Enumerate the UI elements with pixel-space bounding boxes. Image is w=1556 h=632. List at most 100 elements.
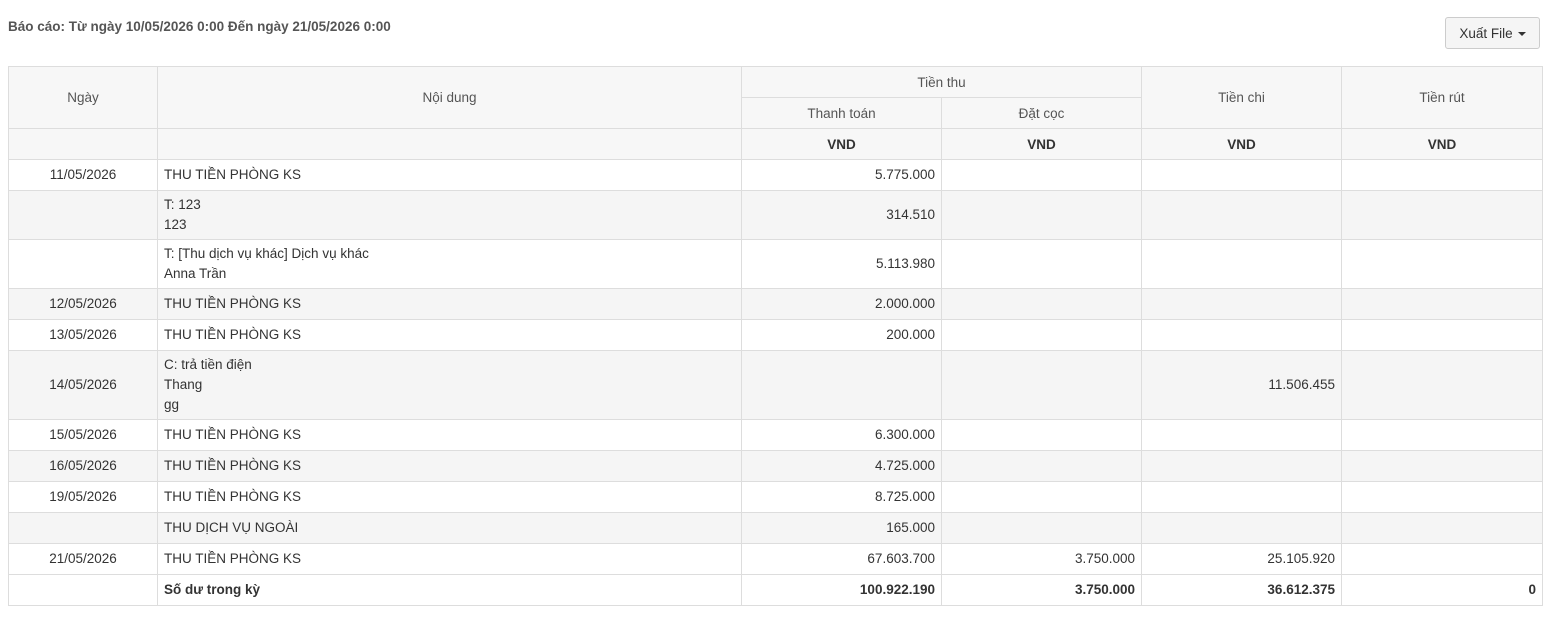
- unit-date-empty: [8, 128, 158, 160]
- unit-payment: VND: [741, 128, 942, 160]
- cell-date: 16/05/2026: [8, 450, 158, 482]
- cell-deposit: [941, 190, 1142, 240]
- cell-date: 19/05/2026: [8, 481, 158, 513]
- cell-content-line: THU DỊCH VỤ NGOÀI: [164, 520, 299, 535]
- table-row: T: [Thu dịch vụ khác] Dịch vụ khác Anna T…: [8, 239, 1543, 289]
- table-row: 16/05/2026 THU TIỀN PHÒNG KS 4.725.000: [8, 450, 1543, 482]
- unit-deposit: VND: [941, 128, 1142, 160]
- cell-date: 21/05/2026: [8, 543, 158, 575]
- header-income: Tiền thu: [741, 66, 1142, 98]
- total-payment: 100.922.190: [741, 574, 942, 606]
- cell-content: THU TIỀN PHÒNG KS: [157, 159, 742, 191]
- cell-deposit: 3.750.000: [941, 543, 1142, 575]
- table-header: Ngày Nội dung Tiền thu Tiền chi Tiền rút…: [8, 66, 1543, 160]
- cell-withdraw: [1341, 419, 1543, 451]
- cell-expense: [1141, 190, 1342, 240]
- table-row: 15/05/2026 THU TIỀN PHÒNG KS 6.300.000: [8, 419, 1543, 451]
- cell-payment: 2.000.000: [741, 288, 942, 320]
- cell-date: [8, 190, 158, 240]
- cell-content-line: THU TIỀN PHÒNG KS: [164, 551, 302, 566]
- table-row: 11/05/2026 THU TIỀN PHÒNG KS 5.775.000: [8, 159, 1543, 191]
- cell-content-line: C: trả tiền điện: [164, 357, 252, 372]
- total-row: Số dư trong kỳ 100.922.190 3.750.000 36.612…: [8, 574, 1543, 606]
- cell-content-line: T: 123: [164, 197, 201, 212]
- total-date-empty: [8, 574, 158, 606]
- cell-content-line: THU TIỀN PHÒNG KS: [164, 327, 302, 342]
- cell-date: 13/05/2026: [8, 319, 158, 351]
- total-deposit: 3.750.000: [941, 574, 1142, 606]
- cell-content-line: Thang: [164, 377, 203, 392]
- cell-content-line: 123: [164, 217, 187, 232]
- cell-expense: [1141, 450, 1342, 482]
- cell-date: 14/05/2026: [8, 350, 158, 420]
- total-label: Số dư trong kỳ: [157, 574, 742, 606]
- cell-payment: 5.113.980: [741, 239, 942, 289]
- report-title: Báo cáo: Từ ngày 10/05/2026 0:00 Đến ngà…: [8, 19, 391, 34]
- table-body: 11/05/2026 THU TIỀN PHÒNG KS 5.775.000 T: 1…: [8, 159, 1543, 606]
- cell-expense: [1141, 512, 1342, 544]
- export-file-label: Xuất File: [1459, 25, 1513, 41]
- header-content: Nội dung: [157, 66, 742, 129]
- cell-content-line: THU TIỀN PHÒNG KS: [164, 489, 302, 504]
- header-deposit: Đặt cọc: [941, 97, 1142, 129]
- header-payment: Thanh toán: [741, 97, 942, 129]
- total-expense: 36.612.375: [1141, 574, 1342, 606]
- table-row: 14/05/2026 C: trả tiền điện Thang gg 11.506.…: [8, 350, 1543, 420]
- cell-content: T: 123 123: [157, 190, 742, 240]
- cell-expense: 25.105.920: [1141, 543, 1342, 575]
- cell-date: [8, 512, 158, 544]
- cell-withdraw: [1341, 543, 1543, 575]
- caret-down-icon: [1517, 32, 1526, 36]
- cell-withdraw: [1341, 239, 1543, 289]
- cell-withdraw: [1341, 288, 1543, 320]
- cell-deposit: [941, 481, 1142, 513]
- cell-content-line: THU TIỀN PHÒNG KS: [164, 296, 302, 311]
- table-row: 12/05/2026 THU TIỀN PHÒNG KS 2.000.000: [8, 288, 1543, 320]
- cell-content: THU TIỀN PHÒNG KS: [157, 419, 742, 451]
- cell-content: THU TIỀN PHÒNG KS: [157, 481, 742, 513]
- cell-content-line: THU TIỀN PHÒNG KS: [164, 427, 302, 442]
- unit-withdraw: VND: [1341, 128, 1543, 160]
- cell-content: THU TIỀN PHÒNG KS: [157, 288, 742, 320]
- cell-withdraw: [1341, 350, 1543, 420]
- cell-deposit: [941, 350, 1142, 420]
- cell-deposit: [941, 319, 1142, 351]
- cell-expense: [1141, 288, 1342, 320]
- cell-expense: [1141, 419, 1342, 451]
- table-row: T: 123 123 314.510: [8, 190, 1543, 240]
- cell-withdraw: [1341, 159, 1543, 191]
- header-expense: Tiền chi: [1141, 66, 1342, 129]
- cell-payment: 8.725.000: [741, 481, 942, 513]
- cell-deposit: [941, 239, 1142, 289]
- cell-withdraw: [1341, 450, 1543, 482]
- cell-deposit: [941, 512, 1142, 544]
- cell-payment: 6.300.000: [741, 419, 942, 451]
- cell-deposit: [941, 288, 1142, 320]
- cell-content-line: THU TIỀN PHÒNG KS: [164, 458, 302, 473]
- cell-withdraw: [1341, 190, 1543, 240]
- cell-payment: 200.000: [741, 319, 942, 351]
- table-row: 21/05/2026 THU TIỀN PHÒNG KS 67.603.700 3.7…: [8, 543, 1543, 575]
- cell-content: THU DỊCH VỤ NGOÀI: [157, 512, 742, 544]
- cell-payment: 314.510: [741, 190, 942, 240]
- table-row: 19/05/2026 THU TIỀN PHÒNG KS 8.725.000: [8, 481, 1543, 513]
- header-withdraw: Tiền rút: [1341, 66, 1543, 129]
- cell-date: 11/05/2026: [8, 159, 158, 191]
- export-file-button[interactable]: Xuất File: [1445, 17, 1540, 49]
- report-table: Ngày Nội dung Tiền thu Tiền chi Tiền rút…: [8, 66, 1543, 606]
- cell-date: [8, 239, 158, 289]
- cell-payment: [741, 350, 942, 420]
- cell-expense: [1141, 319, 1342, 351]
- header-date: Ngày: [8, 66, 158, 129]
- cell-date: 15/05/2026: [8, 419, 158, 451]
- cell-content: C: trả tiền điện Thang gg: [157, 350, 742, 420]
- cell-payment: 5.775.000: [741, 159, 942, 191]
- total-withdraw: 0: [1341, 574, 1543, 606]
- cell-expense: [1141, 159, 1342, 191]
- cell-expense: [1141, 239, 1342, 289]
- cell-content: THU TIỀN PHÒNG KS: [157, 543, 742, 575]
- cell-content: THU TIỀN PHÒNG KS: [157, 450, 742, 482]
- cell-payment: 165.000: [741, 512, 942, 544]
- unit-expense: VND: [1141, 128, 1342, 160]
- cell-deposit: [941, 450, 1142, 482]
